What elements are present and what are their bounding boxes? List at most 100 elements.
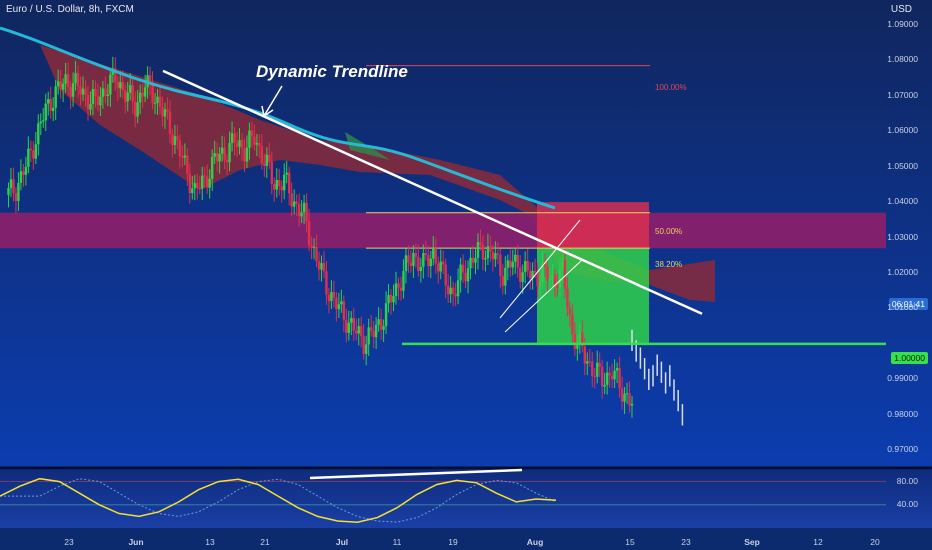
candle-body: [444, 264, 447, 286]
candle-body: [213, 153, 216, 157]
candle-body: [44, 103, 47, 121]
y-tick-label: 0.97000: [887, 444, 918, 455]
candle-body: [297, 203, 301, 217]
candle-body: [519, 267, 522, 282]
candle-body: [454, 293, 457, 297]
candle-body: [285, 172, 288, 175]
osc-tick-label: 40.00: [896, 498, 918, 509]
candle-body: [479, 242, 482, 245]
candle-body: [258, 142, 261, 147]
candle-body: [605, 372, 609, 385]
candle-body: [91, 88, 95, 104]
candle-body: [49, 99, 52, 112]
candle-body: [414, 253, 418, 257]
candle-body: [42, 120, 45, 122]
candle-body: [71, 83, 75, 97]
candle-body: [283, 174, 286, 191]
candle-body: [131, 85, 134, 102]
candle-body: [417, 256, 420, 272]
candle-body: [491, 251, 495, 260]
candle-body: [481, 244, 485, 260]
fib-label-38: 38.20%: [655, 260, 683, 269]
candle-body: [233, 133, 236, 143]
candle-body: [494, 253, 497, 260]
candle-body: [583, 346, 587, 364]
candle-body: [240, 140, 244, 149]
candle-body: [27, 148, 30, 167]
candle-body: [526, 261, 529, 271]
candle-body: [29, 148, 33, 151]
candle-body: [516, 254, 519, 268]
candle-body: [387, 294, 390, 304]
y-tick-label: 0.98000: [887, 408, 918, 419]
x-tick-label: 12: [813, 537, 823, 547]
candle-body: [143, 87, 147, 97]
x-tick-label: 13: [205, 537, 215, 547]
candle-body: [586, 361, 589, 364]
y-tick-label: 1.08000: [887, 54, 918, 65]
candle-body: [287, 172, 291, 194]
candle-body: [424, 253, 428, 255]
candle-body: [260, 146, 264, 164]
candle-body: [12, 179, 15, 194]
resistance-zone: [0, 212, 886, 249]
candle-body: [300, 212, 303, 217]
candle-body: [499, 254, 502, 276]
candle-body: [613, 370, 616, 380]
candle-body: [451, 287, 455, 294]
fib-label-100: 100.00%: [655, 83, 687, 92]
candle-body: [201, 175, 204, 189]
candle-body: [442, 261, 445, 265]
candle-body: [22, 171, 25, 175]
candle-body: [268, 154, 271, 163]
candle-body: [528, 270, 532, 279]
candle-body: [578, 332, 582, 343]
candle-body: [630, 403, 634, 406]
candle-body: [223, 147, 226, 160]
candle-body: [551, 274, 554, 279]
x-tick-label: 19: [448, 537, 458, 547]
candle-body: [429, 258, 432, 267]
candle-body: [374, 324, 378, 338]
candle-body: [235, 142, 239, 147]
candle-body: [56, 81, 60, 87]
candle-body: [121, 82, 124, 91]
y-tick-label: 1.04000: [887, 196, 918, 207]
candle-body: [355, 330, 358, 334]
candle-body: [24, 166, 28, 175]
chart-title: Euro / U.S. Dollar, 8h, FXCM: [6, 4, 134, 15]
candle-body: [273, 184, 276, 190]
candle-body: [511, 261, 514, 268]
candle-body: [81, 88, 85, 95]
y-tick-label: 0.99000: [887, 373, 918, 384]
candle-body: [384, 303, 388, 327]
candle-body: [591, 361, 594, 376]
candle-body: [141, 92, 144, 97]
candle-body: [47, 99, 50, 104]
candle-body: [459, 264, 462, 281]
candle-body: [315, 246, 318, 262]
candle-body: [327, 294, 331, 302]
candle-body: [255, 142, 259, 145]
candle-body: [19, 171, 23, 183]
take-profit-box: [537, 248, 649, 344]
candle-body: [133, 101, 137, 117]
candle-body: [471, 257, 475, 263]
candle-body: [34, 144, 38, 159]
candle-body: [250, 130, 254, 137]
candle-body: [618, 368, 621, 389]
candle-body: [486, 246, 490, 259]
candle-body: [523, 261, 527, 273]
candle-body: [163, 109, 167, 117]
candle-body: [596, 362, 599, 377]
candle-body: [337, 304, 341, 310]
candle-body: [427, 254, 430, 267]
candle-body: [39, 121, 42, 124]
price-chart: [0, 0, 932, 550]
candle-body: [352, 318, 355, 331]
candle-body: [332, 292, 336, 298]
candle-body: [345, 319, 348, 333]
candle-body: [379, 319, 383, 330]
candle-body: [76, 73, 80, 87]
candle-body: [600, 366, 604, 387]
